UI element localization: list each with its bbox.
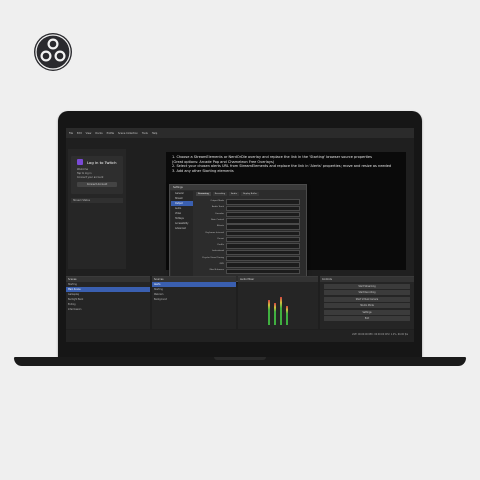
menu-docks[interactable]: Docks [95,132,102,135]
settings-row-field[interactable] [226,199,300,205]
settings-row-label: Encoder [215,212,225,215]
menu-scene-collection[interactable]: Scene Collection [118,132,138,135]
settings-row-label: Rate Control [211,218,224,221]
settings-row: GPU [196,262,303,268]
twitch-line: Connect your account [77,176,104,179]
volume-meter [286,305,288,325]
settings-row: Profile [196,243,303,249]
control-button[interactable]: Start Virtual Camera [324,296,410,302]
controls-header: Controls [320,277,414,282]
menu-tools[interactable]: Tools [142,132,148,135]
settings-row-label: Preset [217,237,224,240]
settings-row: Look-ahead [196,249,303,256]
settings-body: Streaming Recording Audio Replay Buffer Out… [196,192,303,278]
settings-row: Preset [196,237,303,243]
twitch-line: Tap to log in [77,172,92,175]
sources-list: Alerts Starting Webcam Background [152,282,236,302]
instruction-line: 3. Add any other Starting elements [172,168,234,173]
scenes-list: Starting Main Scene Gameplay Be Right Back E… [66,282,150,312]
meters [238,282,318,329]
twitch-connect-button[interactable]: Connect Account [77,182,117,187]
settings-row: Bitrate [196,224,303,230]
sources-panel: Sources Alerts Starting Webcam Background [152,276,236,329]
settings-row-field[interactable] [226,255,300,262]
list-item[interactable]: Intermission [66,307,150,312]
status-bar-text: LIVE: 00:00:00 REC: 00:00:00 CPU: 1.2%, … [351,333,408,336]
twitch-dock: Log in to Twitch Welcome Tap to log in C… [68,149,126,269]
volume-meter [280,297,282,325]
settings-row-field[interactable] [226,262,300,268]
settings-tab[interactable]: Streaming [196,192,211,196]
settings-row-field[interactable] [226,243,300,249]
settings-row: Encoder [196,211,303,218]
settings-row-field[interactable] [226,218,300,224]
settings-row-label: GPU [219,263,224,265]
settings-row-label: Look-ahead [211,250,224,253]
settings-nav: General Stream Output Audio Video Hotkeys Acce… [171,191,193,279]
settings-row-label: Audio Track [211,206,224,209]
instructions-list: 1. Choose a StreamElements or NerdOrDie … [172,155,404,173]
menu-help[interactable]: Help [152,132,157,135]
scenes-panel: Scenes Starting Main Scene Gameplay Be Righ… [66,276,150,329]
settings-row-label: Psycho Visual Tuning [202,256,224,259]
twitch-icon [77,159,83,165]
obs-window: File Edit View Docks Profile Scene Colle… [66,128,414,342]
settings-row: Audio Track [196,205,303,211]
status-bar: LIVE: 00:00:00 REC: 00:00:00 CPU: 1.2%, … [66,330,414,342]
menu-profile[interactable]: Profile [107,132,114,135]
menu-bar: File Edit View Docks Profile Scene Colle… [66,128,414,138]
settings-row: Max B-frames [196,268,303,274]
settings-row-field[interactable] [226,230,300,237]
volume-meter [268,300,270,325]
obs-logo [34,33,72,71]
settings-dialog-title: Settings [170,185,306,190]
settings-row-label: Max B-frames [209,269,224,272]
controls-panel: Controls Start Streaming Start Recording S… [320,276,414,329]
settings-row-label: Output Mode [210,200,224,202]
volume-meter [274,303,276,325]
instruction-line: 1. Choose a StreamElements or NerdOrDie … [172,155,372,159]
settings-tab[interactable]: Recording [212,192,228,196]
control-button[interactable]: Studio Mode [324,303,410,308]
settings-tabs: Streaming Recording Audio Replay Buffer [196,192,260,196]
settings-row: Rate Control [196,218,303,224]
stream-status-row: Stream Status [71,198,123,203]
laptop-notch [214,357,266,360]
twitch-login-title: Log in to Twitch [87,160,117,165]
settings-row-field[interactable] [226,237,300,243]
menu-file[interactable]: File [69,132,73,135]
settings-row: Output Mode [196,199,303,205]
control-button[interactable]: Start Recording [324,290,410,295]
twitch-line: Welcome [77,168,88,171]
settings-row-label: Bitrate [216,225,224,228]
menu-edit[interactable]: Edit [77,132,82,135]
controls-list: Start Streaming Start Recording Start Virt… [320,283,414,321]
settings-row-field[interactable] [226,205,300,211]
settings-row-label: Profile [217,244,224,247]
settings-row-label: Keyframe Interval [205,231,224,234]
settings-row-field[interactable] [226,249,300,256]
settings-row: Psycho Visual Tuning [196,255,303,262]
control-button[interactable]: Settings [324,309,410,315]
control-button[interactable]: Start Streaming [324,283,410,289]
settings-tab[interactable]: Audio [229,192,240,196]
settings-tab[interactable]: Replay Buffer [241,192,260,196]
control-button[interactable]: Exit [324,316,410,321]
twitch-connect-label: Connect Account [86,183,108,186]
settings-row: Keyframe Interval [196,230,303,237]
twitch-login-panel: Log in to Twitch Welcome Tap to log in C… [71,156,123,194]
settings-row-field[interactable] [226,268,300,274]
settings-nav-item[interactable]: Advanced [171,226,193,231]
mixer-panel: Audio Mixer [238,276,318,329]
settings-row-field[interactable] [226,224,300,230]
settings-row-field[interactable] [226,211,300,218]
list-item[interactable]: Background [152,297,236,302]
settings-dialog: Settings General Stream Output Audio Video Ho… [169,184,307,282]
menu-view[interactable]: View [86,132,92,135]
